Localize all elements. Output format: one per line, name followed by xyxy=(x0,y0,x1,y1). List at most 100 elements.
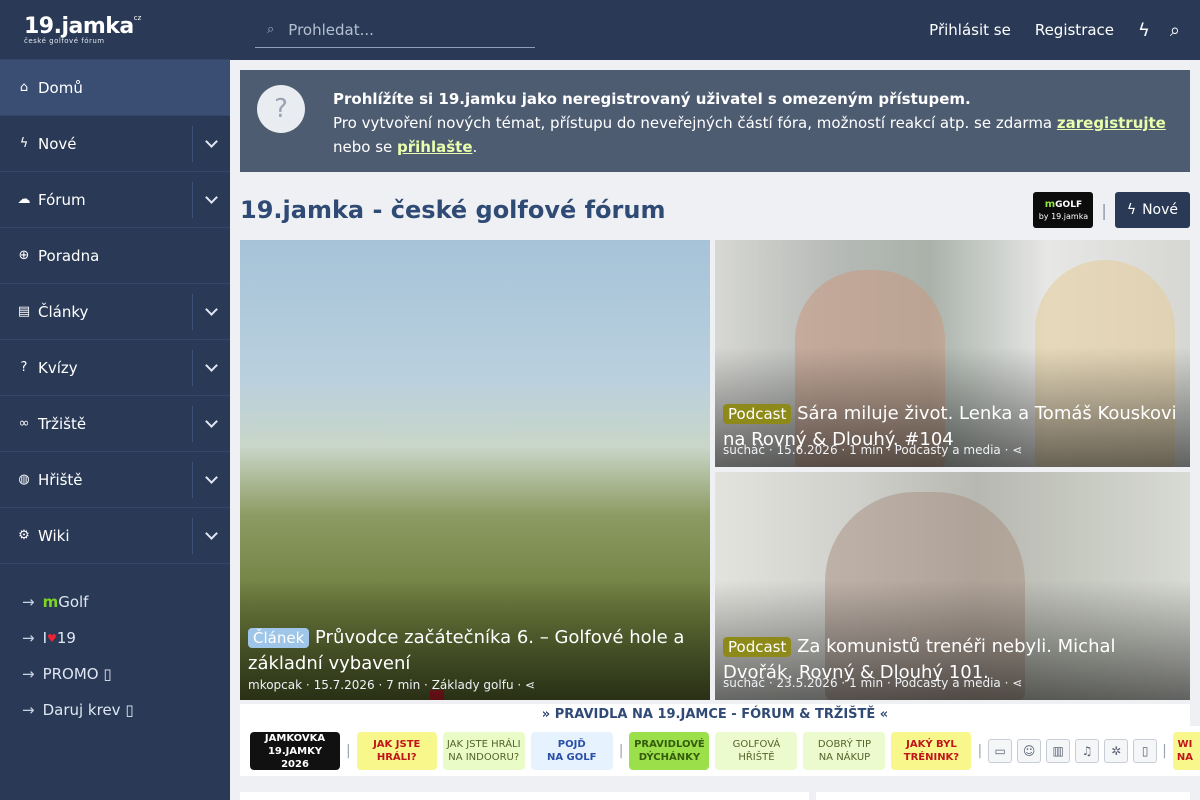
shortcut-indoor[interactable]: JAK JSTE HRÁLI NA INDOORU? xyxy=(442,732,525,770)
login-link[interactable]: přihlašte xyxy=(397,138,473,156)
music-icon[interactable]: ♫ xyxy=(1075,739,1100,763)
shortcut-line: GOLFOVÁ xyxy=(732,739,781,750)
divider: | xyxy=(1162,743,1167,759)
shortcut-line: JAK JSTE HRÁLI xyxy=(446,739,521,750)
notice-text-2: nebo se xyxy=(333,138,398,156)
notice-text-1: Pro vytvoření nových témat, přístupu do … xyxy=(333,114,1057,132)
share-icon[interactable]: ⋖ xyxy=(1012,676,1022,690)
mgolf-by: by 19.jamka xyxy=(1038,212,1089,221)
sidebar-item-quizzes[interactable]: ? Kvízy xyxy=(0,340,230,396)
chevron-down-icon[interactable] xyxy=(192,293,230,330)
lifebuoy-icon: ⊕ xyxy=(18,248,30,263)
meta-separator: · xyxy=(517,678,522,692)
arrow-right-icon: → xyxy=(22,593,35,611)
meta-separator: · xyxy=(841,443,846,457)
arrow-right-icon: → xyxy=(22,665,35,683)
card-author[interactable]: sucháč xyxy=(723,443,765,457)
sidebar-item-wiki[interactable]: ⚙ Wiki xyxy=(0,508,230,564)
share-icon[interactable]: ⋖ xyxy=(1012,443,1022,457)
login-link[interactable]: Přihlásit se xyxy=(929,21,1011,39)
podcast-badge: Podcast xyxy=(723,637,792,657)
chevron-down-icon[interactable] xyxy=(192,405,230,442)
card-date: 15.6.2026 xyxy=(776,443,838,457)
site-logo[interactable]: 19.jamkacz české golfové fórum xyxy=(0,0,230,60)
shortcut-line: HRÁLI? xyxy=(376,752,417,763)
meta-separator: · xyxy=(886,676,891,690)
shortcut-come-golf[interactable]: POJĎ NA GOLF xyxy=(530,732,613,770)
search-icon[interactable]: ⌕ xyxy=(1170,20,1180,41)
sidebar-item-articles[interactable]: ▤ Články xyxy=(0,284,230,340)
link-i-love-19[interactable]: → I ♥ 19 xyxy=(0,620,230,656)
card-read-time: 1 min xyxy=(849,676,884,690)
shortcut-jamkovka[interactable]: JAMKOVKA 19.JAMKY 2026 xyxy=(250,732,340,770)
brain-icon[interactable]: ✲ xyxy=(1104,739,1129,763)
card-author[interactable]: mkopcak xyxy=(248,678,302,692)
chevron-down-icon[interactable] xyxy=(192,461,230,498)
sidebar-item-forum[interactable]: ☁ Fórum xyxy=(0,172,230,228)
sidebar-item-label: Fórum xyxy=(38,190,86,209)
meta-separator: · xyxy=(768,443,773,457)
sidebar-item-label: Domů xyxy=(38,78,83,97)
card-title: Článek Průvodce začátečníka 6. – Golfové… xyxy=(248,625,702,676)
smile-icon[interactable]: ☺ xyxy=(1017,739,1042,763)
bolt-icon: ϟ xyxy=(19,136,29,151)
meta-separator: · xyxy=(1004,676,1009,690)
shortcut-line: DOBRÝ TIP xyxy=(817,739,871,750)
sidebar-links: → m Golf → I ♥ 19 → PROMO ▯ → Daruj krev ▯ xyxy=(0,564,230,728)
podcast-card-2[interactable]: Podcast Za komunistů trenéři nebyli. Mic… xyxy=(715,472,1190,700)
chevron-down-icon[interactable] xyxy=(192,349,230,386)
question-icon: ? xyxy=(257,85,305,133)
bolt-icon[interactable]: ϟ xyxy=(1138,20,1150,41)
podcast-card-1[interactable]: Podcast Sára miluje život. Lenka a Tomáš… xyxy=(715,240,1190,467)
featured-article-card[interactable]: Článek Průvodce začátečníka 6. – Golfové… xyxy=(240,240,710,700)
link-donate-blood[interactable]: → Daruj krev ▯ xyxy=(0,692,230,728)
shortcut-line: TRÉNINK? xyxy=(903,752,960,763)
sidebar-item-label: Poradna xyxy=(38,246,100,265)
handshake-icon: ∞ xyxy=(18,416,30,431)
shortcuts-bar: JAMKOVKA 19.JAMKY 2026 | JAK JSTE HRÁLI? J… xyxy=(240,726,1200,776)
chevron-down-icon[interactable] xyxy=(192,125,230,162)
search-input[interactable] xyxy=(288,20,509,39)
podcast-badge: Podcast xyxy=(723,404,792,424)
sidebar-item-home[interactable]: ⌂ Domů xyxy=(0,60,230,116)
card-caption: Podcast Sára miluje život. Lenka a Tomáš… xyxy=(723,401,1182,457)
mgolf-badge[interactable]: mGOLF by 19.jamka xyxy=(1033,192,1094,228)
meta-separator: · xyxy=(768,676,773,690)
card-category[interactable]: Podcasty a media xyxy=(895,443,1001,457)
sidebar-item-market[interactable]: ∞ Tržiště xyxy=(0,396,230,452)
divider: | xyxy=(618,743,624,759)
register-link[interactable]: Registrace xyxy=(1035,21,1114,39)
card-author[interactable]: sucháč xyxy=(723,676,765,690)
chevron-down-icon[interactable] xyxy=(192,181,230,218)
shortcut-shopping-tip[interactable]: DOBRÝ TIP NA NÁKUP xyxy=(803,732,886,770)
shortcut-partial[interactable]: WI NA xyxy=(1172,732,1200,770)
shortcut-line: NA xyxy=(1176,752,1193,763)
gear-icon: ⚙ xyxy=(18,528,30,543)
sidebar-item-new[interactable]: ϟ Nové xyxy=(0,116,230,172)
share-icon[interactable]: ⋖ xyxy=(525,678,535,692)
sidebar-item-label: Wiki xyxy=(38,526,70,545)
tv-icon[interactable]: ▭ xyxy=(988,739,1013,763)
small-icon[interactable]: ▯ xyxy=(1133,739,1158,763)
shortcut-rules-chat[interactable]: PRAVIDLOVÉ DÝCHÁNKY xyxy=(629,732,710,770)
shortcut-line: POJĎ xyxy=(557,739,586,750)
card-category[interactable]: Podcasty a media xyxy=(895,676,1001,690)
rules-link[interactable]: » PRAVIDLA NA 19.JAMCE - FÓRUM & TRŽIŠTĚ… xyxy=(240,704,1190,726)
sidebar-item-poradna[interactable]: ⊕ Poradna xyxy=(0,228,230,284)
link-mgolf[interactable]: → m Golf xyxy=(0,584,230,620)
link-promo[interactable]: → PROMO ▯ xyxy=(0,656,230,692)
shortcut-courses[interactable]: GOLFOVÁ HŘIŠTĚ xyxy=(715,732,798,770)
link-label: PROMO ▯ xyxy=(42,665,112,683)
article-badge: Článek xyxy=(248,628,310,648)
register-link[interactable]: zaregistrujte xyxy=(1057,114,1166,132)
chevron-down-icon[interactable] xyxy=(192,517,230,554)
bolt-icon: ϟ xyxy=(1126,202,1137,218)
new-button[interactable]: ϟ Nové xyxy=(1114,192,1190,228)
top-bar: ⌕ Přihlásit se Registrace ϟ ⌕ xyxy=(230,0,1200,60)
divider: | xyxy=(1101,200,1107,220)
shortcut-training[interactable]: JAKÝ BYL TRÉNINK? xyxy=(891,732,972,770)
sidebar-item-courses[interactable]: ◍ Hřiště xyxy=(0,452,230,508)
shortcut-how-did-you-play[interactable]: JAK JSTE HRÁLI? xyxy=(356,732,437,770)
book-icon[interactable]: ▥ xyxy=(1046,739,1071,763)
card-category[interactable]: Základy golfu xyxy=(432,678,514,692)
